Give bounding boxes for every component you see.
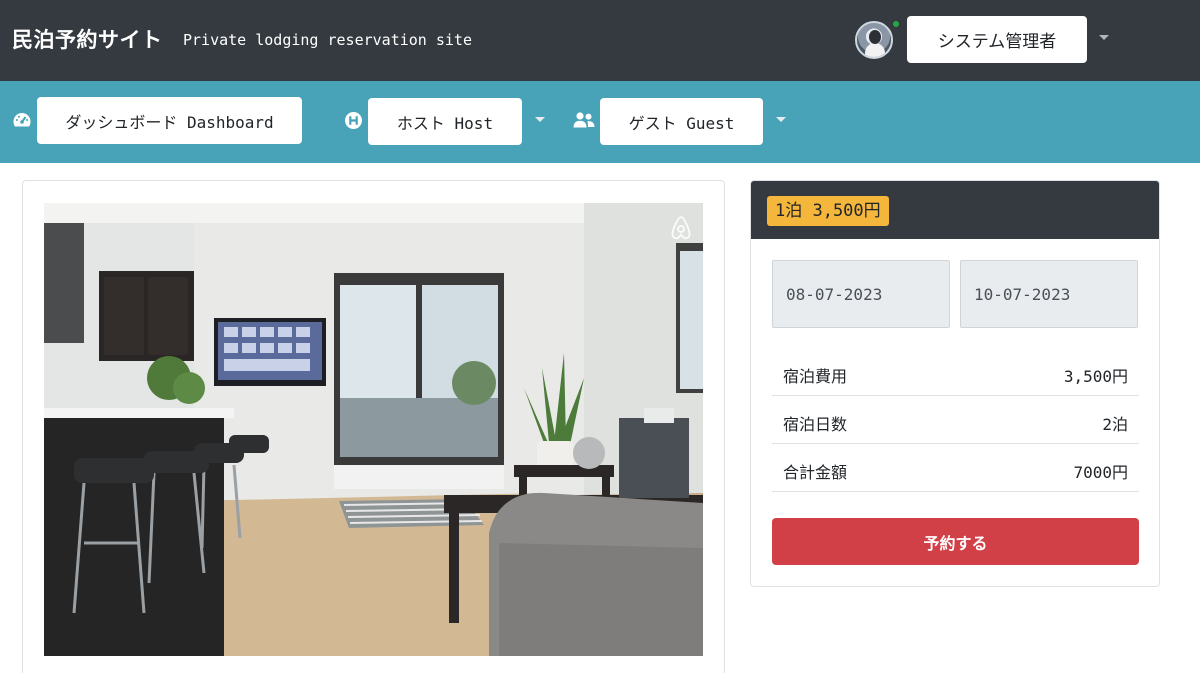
listing-image-card bbox=[22, 180, 725, 673]
tachometer-icon bbox=[13, 113, 31, 127]
avatar-image bbox=[855, 21, 893, 59]
airbnb-logo-icon bbox=[671, 216, 691, 240]
price-per-night-badge: 1泊 3,500円 bbox=[767, 196, 889, 226]
nav-dashboard-button[interactable]: ダッシュボード Dashboard bbox=[37, 97, 302, 144]
total-value: 7000円 bbox=[1073, 463, 1128, 482]
checkin-date-input[interactable] bbox=[772, 260, 950, 328]
site-subtitle: Private lodging reservation site bbox=[183, 31, 472, 49]
cost-value: 3,500円 bbox=[1063, 367, 1128, 386]
reserve-button[interactable]: 予約する bbox=[772, 518, 1139, 565]
checkout-date-input[interactable] bbox=[960, 260, 1138, 328]
room-illustration bbox=[44, 203, 703, 656]
booking-card-header: 1泊 3,500円 bbox=[751, 181, 1159, 239]
nights-label: 宿泊日数 bbox=[783, 415, 848, 434]
avatar-body bbox=[865, 43, 885, 57]
main-navbar: ダッシュボード Dashboard ホスト Host ゲスト Guest bbox=[0, 81, 1200, 163]
hotel-h-icon bbox=[345, 112, 362, 129]
online-status-dot bbox=[891, 19, 901, 29]
users-icon bbox=[573, 112, 595, 128]
nav-host-button[interactable]: ホスト Host bbox=[368, 98, 522, 145]
cost-label: 宿泊費用 bbox=[783, 367, 848, 386]
total-row: 合計金額 7000円 bbox=[772, 444, 1139, 492]
user-menu-caret-icon[interactable] bbox=[1099, 35, 1109, 40]
nights-row: 宿泊日数 2泊 bbox=[772, 396, 1139, 444]
nav-guest-button[interactable]: ゲスト Guest bbox=[600, 98, 763, 145]
user-menu-button[interactable]: システム管理者 bbox=[907, 16, 1087, 63]
total-label: 合計金額 bbox=[783, 463, 848, 482]
room-photo bbox=[44, 203, 703, 656]
site-title[interactable]: 民泊予約サイト bbox=[12, 24, 163, 54]
booking-card: 1泊 3,500円 宿泊費用 3,500円 宿泊日数 2泊 合計金額 7000円… bbox=[750, 180, 1160, 587]
guest-dropdown-caret-icon[interactable] bbox=[776, 117, 786, 122]
cost-row: 宿泊費用 3,500円 bbox=[772, 348, 1139, 396]
avatar[interactable] bbox=[855, 21, 893, 59]
avatar-face bbox=[869, 30, 881, 44]
nights-value: 2泊 bbox=[1102, 415, 1128, 434]
host-dropdown-caret-icon[interactable] bbox=[535, 117, 545, 122]
top-navbar: 民泊予約サイト Private lodging reservation site… bbox=[0, 0, 1200, 81]
